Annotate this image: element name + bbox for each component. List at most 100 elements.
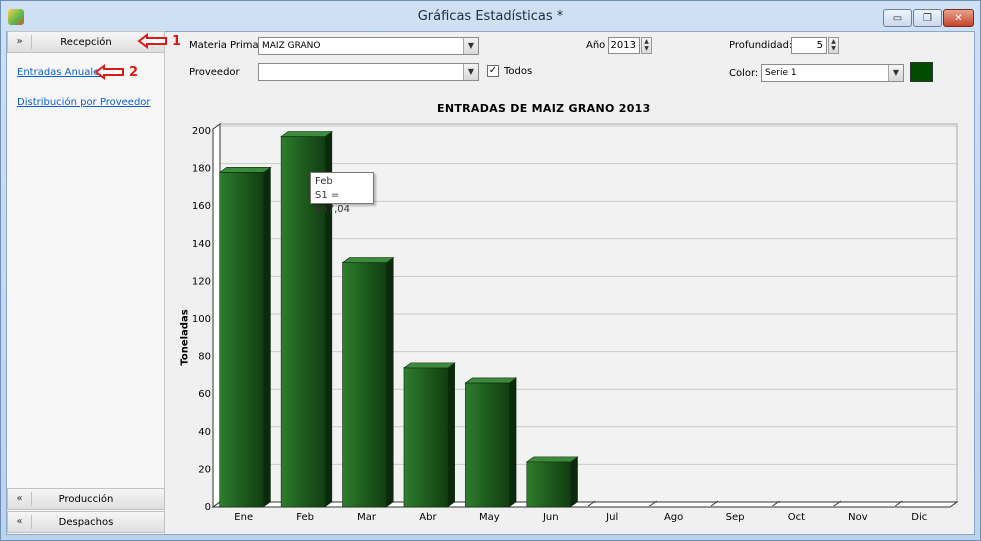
gridline-tick — [212, 463, 221, 470]
bar-top-Abr — [403, 362, 456, 369]
color-swatch[interactable] — [910, 62, 933, 82]
anio-input[interactable]: 2013 — [608, 37, 640, 54]
gridline-tick — [212, 501, 221, 508]
gridline-tick — [212, 238, 221, 245]
bar-side-Ene — [263, 167, 271, 508]
empty-bar-Nov — [833, 500, 842, 507]
y-tick-label: 120 — [192, 276, 211, 287]
y-tick-label: 160 — [192, 201, 211, 212]
todos-label: Todos — [504, 66, 533, 77]
section-despachos-label: Despachos — [58, 516, 114, 528]
x-tick-label: Jun — [542, 512, 559, 523]
empty-bar-Sep — [710, 500, 719, 507]
gridline-tick — [212, 275, 221, 282]
y-tick-label: 60 — [198, 389, 211, 400]
bar-side-Jun — [570, 456, 578, 507]
section-despachos[interactable]: « Despachos — [7, 511, 165, 533]
y-tick-label: 140 — [192, 239, 211, 250]
x-tick-label: May — [479, 512, 500, 523]
x-tick-label: Feb — [296, 512, 314, 523]
materia-prima-select[interactable]: MAIZ GRANO ▼ — [258, 37, 479, 55]
empty-bar-Ago — [649, 500, 657, 507]
bar-top-May — [464, 377, 518, 384]
plot-floor — [211, 501, 959, 508]
x-tick-label: Abr — [419, 512, 437, 523]
gridline-tick — [212, 388, 221, 395]
chevron-down-icon[interactable]: ▼ — [888, 65, 903, 81]
sidebar: » Recepción Entradas Anuales Distribució… — [7, 31, 165, 534]
window-title: Gráficas Estadísticas * — [417, 9, 564, 24]
section-produccion[interactable]: « Producción — [7, 488, 165, 510]
x-tick-label: Ago — [664, 512, 683, 523]
y-tick-label: 40 — [198, 427, 211, 438]
tooltip-category: Feb — [315, 176, 333, 187]
chart-title: ENTRADAS DE MAIZ GRANO 2013 — [437, 102, 651, 115]
profundidad-label: Profundidad: — [729, 40, 793, 51]
x-tick-label: Oct — [788, 512, 805, 523]
client-area: » Recepción Entradas Anuales Distribució… — [6, 31, 975, 535]
bar-top-Jun — [525, 456, 579, 463]
annotation-label-2: 2 — [129, 64, 139, 80]
empty-bar-Dic — [895, 500, 903, 507]
empty-bar-Jul — [587, 500, 596, 507]
chevron-down-icon[interactable]: ▼ — [463, 38, 478, 54]
proveedor-select[interactable]: ▼ — [258, 63, 479, 81]
todos-checkbox[interactable]: ✓ — [487, 65, 499, 77]
gridline-tick — [212, 313, 221, 320]
chevron-double-up-icon: « — [8, 515, 32, 529]
profundidad-spinner[interactable]: ▲ ▼ — [828, 37, 839, 54]
bar-top-Ene — [218, 167, 272, 173]
y-tick-label: 80 — [198, 352, 211, 363]
link-entradas-anuales[interactable]: Entradas Anuales — [17, 67, 104, 78]
anio-label: Año — [586, 40, 606, 51]
color-label: Color: — [729, 68, 759, 79]
chevron-double-down-icon: » — [8, 35, 32, 49]
proveedor-label: Proveedor — [189, 67, 240, 78]
color-series-value: Serie 1 — [765, 68, 797, 78]
gridline-tick — [212, 426, 221, 433]
annotation-arrow-1: 1 — [137, 33, 181, 49]
anio-spinner[interactable]: ▲ ▼ — [641, 37, 652, 54]
x-tick-label: Dic — [911, 512, 927, 523]
y-tick-label: 200 — [192, 126, 211, 137]
x-tick-label: Ene — [234, 512, 253, 523]
y-tick-label: 20 — [198, 464, 211, 475]
chevron-down-icon[interactable]: ▼ — [463, 64, 478, 80]
y-tick-label: 100 — [192, 314, 211, 325]
bar-Mar — [342, 262, 387, 508]
minimize-button[interactable]: ▭ — [883, 9, 912, 27]
empty-bar-Oct — [772, 500, 780, 507]
profundidad-input[interactable]: 5 — [791, 37, 827, 54]
gridline-tick — [212, 125, 221, 132]
y-tick-label: 0 — [205, 502, 211, 513]
gridline-tick — [212, 351, 221, 358]
annotation-arrow-2: 2 — [94, 64, 138, 80]
bar-top-Mar — [341, 257, 395, 263]
x-tick-label: Sep — [726, 512, 745, 523]
x-tick-label: Mar — [357, 512, 377, 523]
y-axis-label: Toneladas — [179, 309, 191, 366]
close-button[interactable]: ✕ — [943, 9, 974, 27]
y-tick-label: 180 — [192, 164, 211, 175]
bar-Jun — [526, 461, 572, 508]
chevron-double-up-icon: « — [8, 492, 32, 506]
left-axis-wall — [212, 123, 221, 508]
color-series-select[interactable]: Serie 1 ▼ — [761, 64, 904, 82]
bar-Abr — [403, 367, 449, 508]
annotation-label-1: 1 — [172, 33, 182, 49]
title-bar[interactable]: Gráficas Estadísticas * ▭ ❐ ✕ — [1, 1, 980, 31]
materia-prima-value: MAIZ GRANO — [262, 41, 321, 51]
chart-tooltip: Feb S1 = 197,04 — [310, 172, 374, 215]
maximize-button[interactable]: ❐ — [913, 9, 942, 27]
bar-side-Mar — [386, 257, 394, 507]
materia-prima-label: Materia Prima — [189, 40, 259, 51]
gridline-tick — [212, 163, 221, 170]
bar-Ene — [219, 172, 265, 508]
main-window: Gráficas Estadísticas * ▭ ❐ ✕ » Recepció… — [0, 0, 981, 541]
link-distribucion-proveedor[interactable]: Distribución por Proveedor — [17, 97, 151, 108]
bar-top-Feb — [280, 131, 334, 137]
bar-side-May — [509, 377, 517, 507]
bar-side-Abr — [447, 362, 455, 507]
tooltip-value: S1 = 197,04 — [315, 190, 350, 215]
x-tick-label: Jul — [605, 512, 618, 523]
